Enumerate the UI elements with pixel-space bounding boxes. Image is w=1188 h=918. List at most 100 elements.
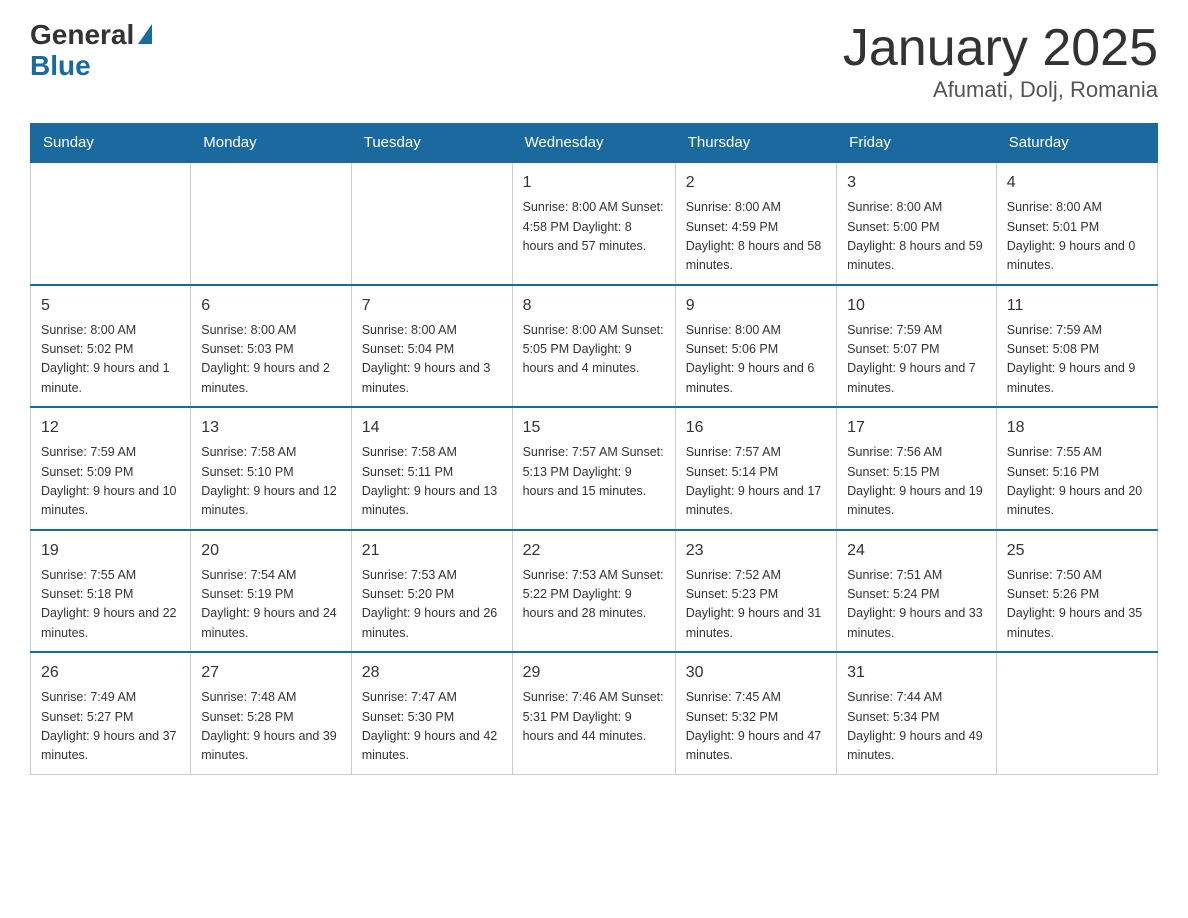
day-number: 28 xyxy=(362,661,502,685)
day-info: Sunrise: 8:00 AM Sunset: 5:00 PM Dayligh… xyxy=(847,198,986,276)
header-friday: Friday xyxy=(837,124,997,163)
day-info: Sunrise: 8:00 AM Sunset: 4:58 PM Dayligh… xyxy=(523,198,665,256)
day-info: Sunrise: 7:57 AM Sunset: 5:14 PM Dayligh… xyxy=(686,443,826,521)
table-row xyxy=(31,162,191,285)
day-info: Sunrise: 7:50 AM Sunset: 5:26 PM Dayligh… xyxy=(1007,566,1147,644)
day-number: 31 xyxy=(847,661,986,685)
day-info: Sunrise: 7:55 AM Sunset: 5:18 PM Dayligh… xyxy=(41,566,180,644)
day-info: Sunrise: 7:59 AM Sunset: 5:07 PM Dayligh… xyxy=(847,321,986,399)
day-info: Sunrise: 8:00 AM Sunset: 4:59 PM Dayligh… xyxy=(686,198,826,276)
day-info: Sunrise: 7:59 AM Sunset: 5:09 PM Dayligh… xyxy=(41,443,180,521)
table-row: 2 Sunrise: 8:00 AM Sunset: 4:59 PM Daylig… xyxy=(675,162,836,285)
table-row: 6 Sunrise: 8:00 AM Sunset: 5:03 PM Daylig… xyxy=(191,285,351,408)
page-header: General Blue January 2025 Afumati, Dolj,… xyxy=(30,20,1158,103)
header-saturday: Saturday xyxy=(996,124,1157,163)
calendar-title: January 2025 xyxy=(843,20,1158,77)
day-info: Sunrise: 7:58 AM Sunset: 5:11 PM Dayligh… xyxy=(362,443,502,521)
table-row: 1 Sunrise: 8:00 AM Sunset: 4:58 PM Daylig… xyxy=(512,162,675,285)
day-number: 15 xyxy=(523,416,665,440)
table-row: 30 Sunrise: 7:45 AM Sunset: 5:32 PM Dayli… xyxy=(675,652,836,774)
table-row xyxy=(191,162,351,285)
day-number: 22 xyxy=(523,539,665,563)
day-info: Sunrise: 7:59 AM Sunset: 5:08 PM Dayligh… xyxy=(1007,321,1147,399)
header-monday: Monday xyxy=(191,124,351,163)
table-row: 3 Sunrise: 8:00 AM Sunset: 5:00 PM Daylig… xyxy=(837,162,997,285)
calendar-subtitle: Afumati, Dolj, Romania xyxy=(843,77,1158,103)
calendar-row: 12Sunrise: 7:59 AM Sunset: 5:09 PM Dayli… xyxy=(31,407,1158,530)
logo: General Blue xyxy=(30,20,152,82)
table-row: 7Sunrise: 8:00 AM Sunset: 5:04 PM Daylig… xyxy=(351,285,512,408)
header-thursday: Thursday xyxy=(675,124,836,163)
day-number: 18 xyxy=(1007,416,1147,440)
table-row: 31Sunrise: 7:44 AM Sunset: 5:34 PM Dayli… xyxy=(837,652,997,774)
calendar-table: Sunday Monday Tuesday Wednesday Thursday… xyxy=(30,123,1158,775)
day-number: 27 xyxy=(201,661,340,685)
table-row: 17Sunrise: 7:56 AM Sunset: 5:15 PM Dayli… xyxy=(837,407,997,530)
day-info: Sunrise: 8:00 AM Sunset: 5:03 PM Dayligh… xyxy=(201,321,340,399)
day-info: Sunrise: 8:00 AM Sunset: 5:06 PM Dayligh… xyxy=(686,321,826,399)
day-info: Sunrise: 7:48 AM Sunset: 5:28 PM Dayligh… xyxy=(201,688,340,766)
day-number: 29 xyxy=(523,661,665,685)
day-number: 1 xyxy=(523,171,665,195)
day-number: 9 xyxy=(686,294,826,318)
day-info: Sunrise: 7:45 AM Sunset: 5:32 PM Dayligh… xyxy=(686,688,826,766)
day-info: Sunrise: 7:52 AM Sunset: 5:23 PM Dayligh… xyxy=(686,566,826,644)
day-number: 14 xyxy=(362,416,502,440)
table-row: 23 Sunrise: 7:52 AM Sunset: 5:23 PM Dayli… xyxy=(675,530,836,653)
table-row: 11 Sunrise: 7:59 AM Sunset: 5:08 PM Dayli… xyxy=(996,285,1157,408)
day-number: 8 xyxy=(523,294,665,318)
table-row: 19 Sunrise: 7:55 AM Sunset: 5:18 PM Dayli… xyxy=(31,530,191,653)
table-row: 13Sunrise: 7:58 AM Sunset: 5:10 PM Dayli… xyxy=(191,407,351,530)
table-row: 22 Sunrise: 7:53 AM Sunset: 5:22 PM Dayli… xyxy=(512,530,675,653)
day-info: Sunrise: 7:57 AM Sunset: 5:13 PM Dayligh… xyxy=(523,443,665,501)
calendar-row: 5Sunrise: 8:00 AM Sunset: 5:02 PM Daylig… xyxy=(31,285,1158,408)
day-number: 11 xyxy=(1007,294,1147,318)
day-number: 23 xyxy=(686,539,826,563)
day-info: Sunrise: 7:49 AM Sunset: 5:27 PM Dayligh… xyxy=(41,688,180,766)
calendar-row: 1 Sunrise: 8:00 AM Sunset: 4:58 PM Daylig… xyxy=(31,162,1158,285)
table-row: 4Sunrise: 8:00 AM Sunset: 5:01 PM Daylig… xyxy=(996,162,1157,285)
table-row: 18 Sunrise: 7:55 AM Sunset: 5:16 PM Dayli… xyxy=(996,407,1157,530)
table-row: 14 Sunrise: 7:58 AM Sunset: 5:11 PM Dayli… xyxy=(351,407,512,530)
day-number: 24 xyxy=(847,539,986,563)
table-row: 10 Sunrise: 7:59 AM Sunset: 5:07 PM Dayli… xyxy=(837,285,997,408)
table-row: 16 Sunrise: 7:57 AM Sunset: 5:14 PM Dayli… xyxy=(675,407,836,530)
table-row: 24 Sunrise: 7:51 AM Sunset: 5:24 PM Dayli… xyxy=(837,530,997,653)
day-info: Sunrise: 8:00 AM Sunset: 5:01 PM Dayligh… xyxy=(1007,198,1147,276)
table-row: 8 Sunrise: 8:00 AM Sunset: 5:05 PM Daylig… xyxy=(512,285,675,408)
table-row: 15 Sunrise: 7:57 AM Sunset: 5:13 PM Dayli… xyxy=(512,407,675,530)
day-number: 30 xyxy=(686,661,826,685)
day-number: 10 xyxy=(847,294,986,318)
day-number: 13 xyxy=(201,416,340,440)
table-row xyxy=(996,652,1157,774)
day-info: Sunrise: 7:51 AM Sunset: 5:24 PM Dayligh… xyxy=(847,566,986,644)
day-number: 16 xyxy=(686,416,826,440)
day-number: 25 xyxy=(1007,539,1147,563)
table-row: 12Sunrise: 7:59 AM Sunset: 5:09 PM Dayli… xyxy=(31,407,191,530)
table-row: 26 Sunrise: 7:49 AM Sunset: 5:27 PM Dayli… xyxy=(31,652,191,774)
header-sunday: Sunday xyxy=(31,124,191,163)
day-info: Sunrise: 7:54 AM Sunset: 5:19 PM Dayligh… xyxy=(201,566,340,644)
day-number: 20 xyxy=(201,539,340,563)
table-row: 21Sunrise: 7:53 AM Sunset: 5:20 PM Dayli… xyxy=(351,530,512,653)
day-info: Sunrise: 7:53 AM Sunset: 5:22 PM Dayligh… xyxy=(523,566,665,624)
day-number: 5 xyxy=(41,294,180,318)
header-row: Sunday Monday Tuesday Wednesday Thursday… xyxy=(31,124,1158,163)
day-info: Sunrise: 8:00 AM Sunset: 5:05 PM Dayligh… xyxy=(523,321,665,379)
table-row: 27 Sunrise: 7:48 AM Sunset: 5:28 PM Dayli… xyxy=(191,652,351,774)
header-tuesday: Tuesday xyxy=(351,124,512,163)
calendar-row: 26 Sunrise: 7:49 AM Sunset: 5:27 PM Dayli… xyxy=(31,652,1158,774)
table-row xyxy=(351,162,512,285)
day-info: Sunrise: 7:55 AM Sunset: 5:16 PM Dayligh… xyxy=(1007,443,1147,521)
logo-general-text: General xyxy=(30,20,134,51)
day-number: 19 xyxy=(41,539,180,563)
day-number: 6 xyxy=(201,294,340,318)
day-number: 3 xyxy=(847,171,986,195)
day-number: 2 xyxy=(686,171,826,195)
calendar-row: 19 Sunrise: 7:55 AM Sunset: 5:18 PM Dayli… xyxy=(31,530,1158,653)
table-row: 28Sunrise: 7:47 AM Sunset: 5:30 PM Dayli… xyxy=(351,652,512,774)
day-info: Sunrise: 7:56 AM Sunset: 5:15 PM Dayligh… xyxy=(847,443,986,521)
day-number: 26 xyxy=(41,661,180,685)
table-row: 29Sunrise: 7:46 AM Sunset: 5:31 PM Dayli… xyxy=(512,652,675,774)
day-info: Sunrise: 8:00 AM Sunset: 5:04 PM Dayligh… xyxy=(362,321,502,399)
